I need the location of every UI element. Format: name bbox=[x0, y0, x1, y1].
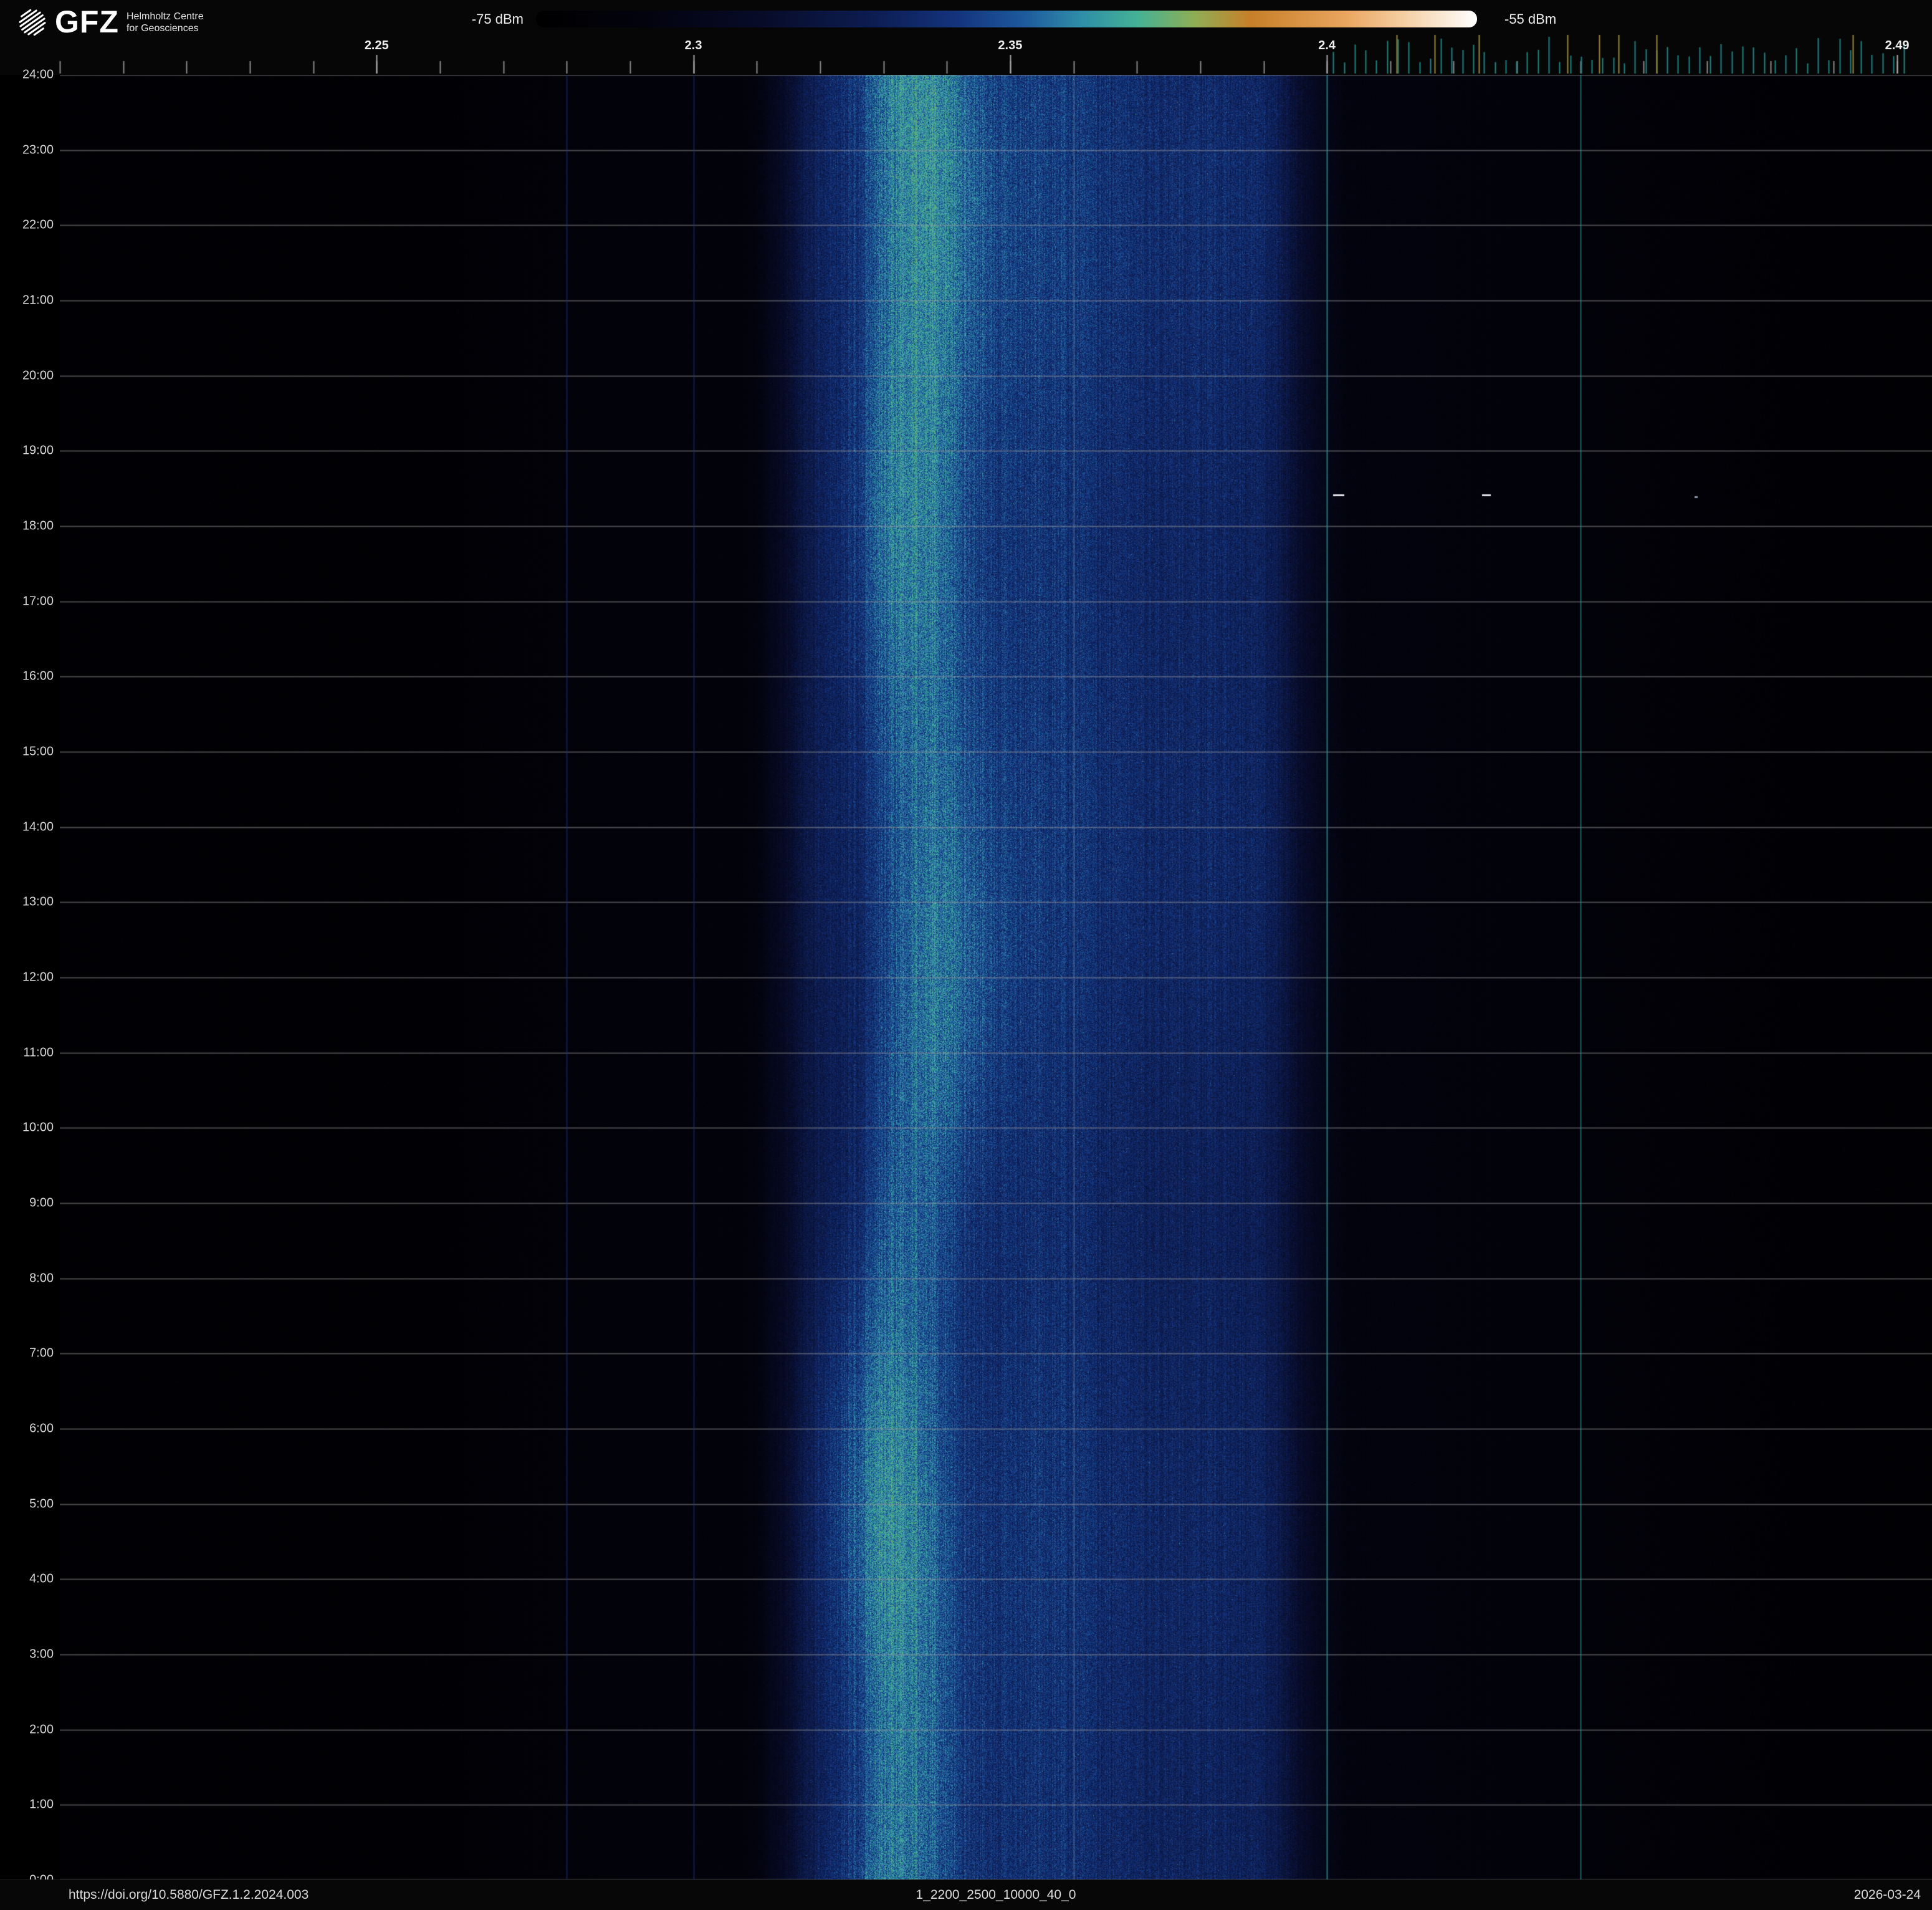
spectrogram-viewer: GFZ Helmholtz Centre for Geosciences -75… bbox=[0, 0, 1932, 1910]
time-tick-label: 6:00 bbox=[29, 1421, 54, 1436]
time-tick-label: 19:00 bbox=[22, 443, 54, 458]
time-tick-label: 16:00 bbox=[22, 669, 54, 683]
time-tick-label: 11:00 bbox=[23, 1045, 54, 1060]
time-tick-label: 7:00 bbox=[29, 1346, 54, 1360]
time-tick-label: 1:00 bbox=[29, 1797, 54, 1812]
time-tick-label: 15:00 bbox=[22, 744, 54, 759]
time-tick-label: 8:00 bbox=[29, 1271, 54, 1285]
time-tick-label: 18:00 bbox=[22, 519, 54, 533]
time-tick-label: 23:00 bbox=[22, 143, 54, 157]
frequency-axis-ticks-canvas bbox=[0, 0, 1932, 75]
time-tick-label: 22:00 bbox=[22, 218, 54, 232]
time-tick-label: 12:00 bbox=[22, 970, 54, 984]
footer-bar: https://doi.org/10.5880/GFZ.1.2.2024.003… bbox=[0, 1879, 1932, 1910]
time-tick-label: 9:00 bbox=[29, 1196, 54, 1210]
time-tick-label: 13:00 bbox=[22, 895, 54, 909]
time-tick-label: 2:00 bbox=[29, 1722, 54, 1737]
footer-dataset-id: 1_2200_2500_10000_40_0 bbox=[916, 1888, 1076, 1902]
time-tick-label: 17:00 bbox=[22, 594, 54, 608]
time-tick-label: 10:00 bbox=[22, 1120, 54, 1135]
time-tick-label: 5:00 bbox=[29, 1497, 54, 1511]
spectrogram-canvas bbox=[60, 75, 1932, 1880]
time-tick-label: 21:00 bbox=[22, 293, 54, 307]
time-tick-label: 4:00 bbox=[29, 1572, 54, 1586]
time-tick-label: 20:00 bbox=[22, 368, 54, 383]
footer-date: 2026-03-24 bbox=[1853, 1888, 1921, 1902]
time-tick-label: 3:00 bbox=[29, 1647, 54, 1661]
time-tick-label: 14:00 bbox=[22, 820, 54, 834]
